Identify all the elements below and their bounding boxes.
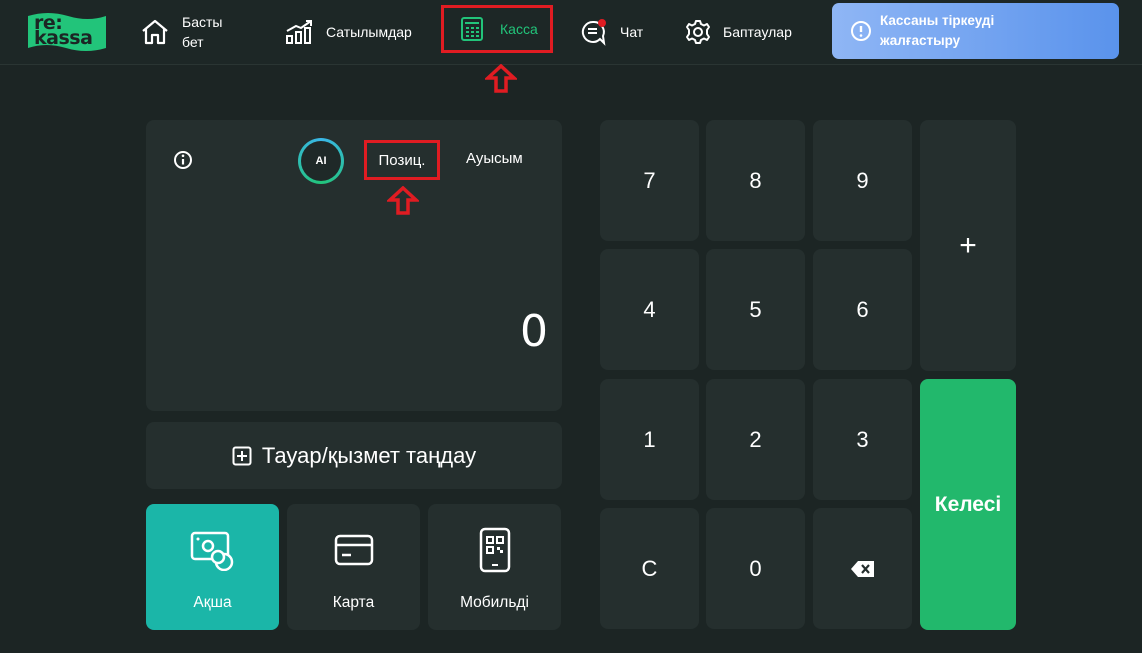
key-7[interactable]: 7	[600, 120, 699, 241]
nav-chat-label: Чат	[620, 24, 644, 40]
key-clear[interactable]: C	[600, 508, 699, 629]
annotation-arrow-positions	[387, 186, 419, 215]
nav-kassa-label: Касса	[500, 21, 538, 37]
top-bar: re: kassa Басты бет Сатылымдар Касса Чат…	[0, 0, 1142, 65]
ai-label: AI	[301, 141, 341, 181]
nav-kassa-active[interactable]: Касса	[441, 5, 553, 53]
payment-cash-button[interactable]: Ақша	[146, 504, 279, 630]
chat-icon	[581, 19, 606, 46]
cash-icon	[190, 531, 233, 571]
mobile-qr-icon	[479, 527, 510, 573]
key-plus[interactable]: +	[920, 120, 1016, 371]
next-button[interactable]: Келесі	[920, 379, 1016, 630]
key-2[interactable]: 2	[706, 379, 805, 500]
nav-home-label: Басты бет	[182, 14, 223, 50]
logo-text: re: kassa	[34, 12, 93, 49]
home-icon	[142, 19, 168, 45]
payment-mobile-label: Мобильді	[460, 594, 529, 611]
select-goods-label: Тауар/қызмет таңдау	[261, 442, 477, 468]
gear-icon	[686, 20, 710, 44]
nav-chat[interactable]: Чат	[580, 0, 643, 64]
key-9[interactable]: 9	[813, 120, 912, 241]
sales-chart-icon	[286, 20, 312, 44]
select-goods-button[interactable]: Тауар/қызмет таңдау	[146, 422, 562, 489]
key-5[interactable]: 5	[706, 249, 805, 370]
nav-settings-label: Баптаулар	[723, 24, 792, 40]
key-8[interactable]: 8	[706, 120, 805, 241]
banner-text: Кассаны тіркеуді жалғастыру	[880, 13, 995, 48]
calculator-icon	[461, 17, 483, 41]
info-icon[interactable]	[173, 150, 193, 170]
nav-sales-label: Сатылымдар	[326, 24, 412, 40]
payment-cash-label: Ақша	[193, 594, 232, 611]
nav-sales[interactable]: Сатылымдар	[284, 0, 412, 64]
continue-registration-banner[interactable]: Кассаны тіркеуді жалғастыру	[832, 3, 1119, 59]
backspace-icon	[850, 560, 874, 577]
ai-button[interactable]: AI	[298, 138, 344, 184]
annotation-arrow-kassa	[485, 64, 517, 93]
nav-home[interactable]: Басты бет	[140, 0, 222, 64]
amount-value: 0	[520, 306, 548, 357]
tab-positions[interactable]: Позиц.	[364, 140, 440, 180]
nav-settings[interactable]: Баптаулар	[685, 0, 792, 64]
key-6[interactable]: 6	[813, 249, 912, 370]
alert-icon	[851, 21, 871, 41]
tab-shift[interactable]: Ауысым	[466, 150, 523, 167]
key-backspace[interactable]	[813, 508, 912, 629]
key-3[interactable]: 3	[813, 379, 912, 500]
key-4[interactable]: 4	[600, 249, 699, 370]
key-0[interactable]: 0	[706, 508, 805, 629]
payment-card-label: Карта	[332, 594, 375, 611]
key-1[interactable]: 1	[600, 379, 699, 500]
rekassa-logo[interactable]: re: kassa	[28, 12, 106, 52]
plus-square-icon	[232, 446, 252, 465]
card-icon	[334, 534, 373, 566]
payment-mobile-button[interactable]: Мобильді	[428, 504, 561, 630]
payment-card-button[interactable]: Карта	[287, 504, 420, 630]
